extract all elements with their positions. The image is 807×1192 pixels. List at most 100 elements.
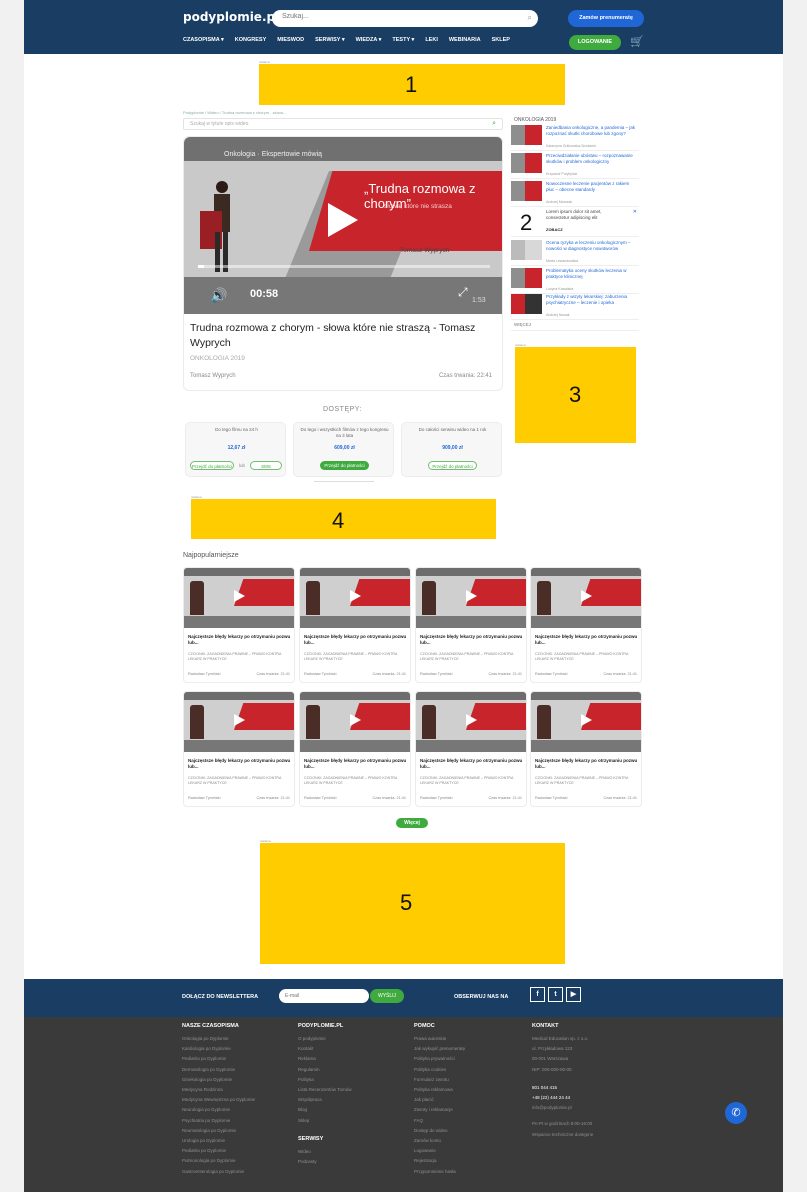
sidebar-item-title[interactable]: Przeciwdziałanie ubóstwu – rozpoznawanie… (546, 153, 638, 164)
facebook-icon[interactable]: f (530, 987, 545, 1002)
footer-link[interactable]: Ginekologia po Dyplomie (182, 1075, 255, 1085)
footer-link[interactable]: Zamów konto (414, 1136, 465, 1146)
sidebar-item-title[interactable]: Problematyka oceny skutków leczenia w pr… (546, 268, 638, 279)
footer-link[interactable]: Polityka reklamowa (414, 1085, 465, 1095)
sidebar-more-link[interactable]: WIĘCEJ (514, 322, 531, 327)
footer-link[interactable]: Kardiologia po Dyplomie (182, 1044, 255, 1054)
sidebar-video-item[interactable]: Przykłady z wizyty lekarskiej: zaburzeni… (511, 292, 639, 320)
breadcrumb[interactable]: Podyplomie / Wideo / Trudna rozmowa z ch… (183, 110, 286, 115)
newsletter-submit-button[interactable]: WYŚLIJ (370, 989, 404, 1003)
sidebar-item-title[interactable]: Przykłady z wizyty lekarskiej: zaburzeni… (546, 294, 638, 305)
sidebar-video-item[interactable]: Przeciwdziałanie ubóstwu – rozpoznawanie… (511, 151, 639, 179)
ad-slot-4[interactable]: reklama 4 (191, 495, 496, 539)
cart-icon[interactable]: 🛒 (630, 35, 644, 48)
phone-icon[interactable]: ✆ (725, 1102, 747, 1124)
footer-link[interactable]: Pediatria po Dyplomie (182, 1054, 255, 1064)
sidebar-thumbnail[interactable] (511, 240, 542, 260)
nav-item-czasopisma[interactable]: CZASOPISMA ▾ (183, 37, 224, 47)
popular-video-card[interactable]: Najczęstsze błędy lekarzy po otrzymaniu … (415, 691, 527, 807)
ad-slot-1[interactable]: reklama 1 (259, 60, 565, 105)
footer-link[interactable]: Blog (298, 1105, 351, 1115)
footer-link[interactable]: Polityka (298, 1075, 351, 1085)
card-title[interactable]: Najczęstsze błędy lekarzy po otrzymaniu … (188, 634, 292, 646)
card-title[interactable]: Najczęstsze błędy lekarzy po otrzymaniu … (304, 634, 408, 646)
contact-email[interactable]: info@podyplomie.pl (532, 1103, 593, 1113)
footer-link[interactable]: O podyplomie (298, 1034, 351, 1044)
popular-video-card[interactable]: Najczęstsze błędy lekarzy po otrzymaniu … (183, 567, 295, 683)
footer-link[interactable]: Medycyna Wewnętrzna po Dyplomie (182, 1095, 255, 1105)
play-icon[interactable] (234, 590, 245, 602)
nav-item-webinaria[interactable]: WEBINARIA (449, 37, 481, 47)
play-icon[interactable] (234, 714, 245, 726)
video-thumbnail[interactable] (184, 568, 294, 628)
nav-item-kongresy[interactable]: KONGRESY (235, 37, 266, 47)
footer-link[interactable]: Dostęp do wideo (414, 1126, 465, 1136)
card-title[interactable]: Najczęstsze błędy lekarzy po otrzymaniu … (420, 758, 524, 770)
nav-item-wiedza[interactable]: WIEDZA ▾ (356, 37, 382, 47)
youtube-icon[interactable]: ▶ (566, 987, 581, 1002)
card-title[interactable]: Najczęstsze błędy lekarzy po otrzymaniu … (535, 758, 639, 770)
play-icon[interactable] (350, 714, 361, 726)
play-icon[interactable] (328, 203, 358, 237)
play-icon[interactable] (466, 714, 477, 726)
video-category[interactable]: ONKOLOGIA 2019 (190, 355, 245, 362)
video-thumbnail[interactable] (184, 692, 294, 752)
footer-link[interactable]: Jak wykupić prenumeratę (414, 1044, 465, 1054)
footer-link[interactable]: Formularz zwrotu (414, 1075, 465, 1085)
footer-link[interactable]: FAQ (414, 1116, 465, 1126)
footer-address-line[interactable]: ul. Przykładowa 123 (532, 1044, 593, 1054)
footer-link[interactable]: Współpraca (298, 1095, 351, 1105)
popular-video-card[interactable]: Najczęstsze błędy lekarzy po otrzymaniu … (299, 567, 411, 683)
footer-link[interactable]: Pulmonologia po Dyplomie (182, 1156, 255, 1166)
footer-address-line[interactable]: Medical Education sp. z o.o. (532, 1034, 593, 1044)
video-thumbnail[interactable] (416, 568, 526, 628)
footer-link[interactable]: Przypomnienie hasła (414, 1167, 465, 1177)
sidebar-video-item[interactable]: Ocena ryzyka w leczeniu onkologicznym – … (511, 238, 639, 266)
sidebar-video-item[interactable]: Nowoczesne leczenie pacjentów z rakiem p… (511, 179, 639, 207)
nav-item-sklep[interactable]: SKLEP (492, 37, 510, 47)
footer-link[interactable]: Polityka cookies (414, 1065, 465, 1075)
footer-link[interactable]: Jak płacić (414, 1095, 465, 1105)
footer-link[interactable]: Zwroty i reklamacje (414, 1105, 465, 1115)
fullscreen-icon[interactable]: ⤢ (458, 285, 468, 300)
sms-button[interactable]: SMS (250, 461, 282, 470)
video-thumbnail[interactable] (300, 692, 410, 752)
video-player[interactable]: Onkologia · Ekspertowie mówią „Trudna ro… (184, 137, 502, 314)
nav-item-testy[interactable]: TESTY ▾ (392, 37, 414, 47)
site-logo[interactable]: podyplomie.pl (183, 10, 279, 24)
search-box[interactable]: ⌕ (272, 10, 538, 27)
video-author[interactable]: Tomasz Wyprych (190, 373, 236, 379)
footer-link[interactable]: Rejestracja (414, 1156, 465, 1166)
play-icon[interactable] (581, 590, 592, 602)
footer-link[interactable]: Gastroenterologia po Dyplomie (182, 1167, 255, 1177)
contact-phone[interactable]: +48 (22) 444 24 44 (532, 1093, 593, 1103)
footer-link[interactable]: Wideo (298, 1147, 351, 1157)
pay-button[interactable]: Przejdź do płatności (428, 461, 477, 470)
footer-link[interactable]: Prawa autorskie (414, 1034, 465, 1044)
sidebar-thumbnail[interactable] (511, 125, 542, 145)
footer-link[interactable]: Neurologia po Dyplomie (182, 1105, 255, 1115)
sidebar-thumbnail[interactable] (511, 268, 542, 288)
sidebar-thumbnail[interactable] (511, 294, 542, 314)
footer-link[interactable]: Medycyna Rodzinna (182, 1085, 255, 1095)
footer-link[interactable]: Reklama (298, 1054, 351, 1064)
search-input[interactable] (282, 13, 512, 20)
sidebar-item-title[interactable]: Ocena ryzyka w leczeniu onkologicznym – … (546, 240, 638, 251)
footer-link[interactable]: Urologia po Dyplomie (182, 1136, 255, 1146)
volume-icon[interactable]: 🔊 (210, 287, 227, 304)
play-icon[interactable] (581, 714, 592, 726)
sidebar-video-item[interactable]: Problematyka oceny skutków leczenia w pr… (511, 266, 639, 294)
footer-link[interactable]: Polityka prywatności (414, 1054, 465, 1064)
video-filter-box[interactable]: Szukaj w tytule opis wideo ⌕ (183, 118, 503, 130)
nav-item-mieswod[interactable]: MIESWOD (277, 37, 304, 47)
video-thumbnail[interactable] (531, 568, 641, 628)
card-title[interactable]: Najczęstsze błędy lekarzy po otrzymaniu … (420, 634, 524, 646)
popular-video-card[interactable]: Najczęstsze błędy lekarzy po otrzymaniu … (530, 567, 642, 683)
popular-video-card[interactable]: Najczęstsze błędy lekarzy po otrzymaniu … (183, 691, 295, 807)
video-thumbnail[interactable] (416, 692, 526, 752)
footer-link[interactable]: Lista Recenzentów Tomów (298, 1085, 351, 1095)
close-icon[interactable]: ✕ (633, 209, 637, 215)
card-title[interactable]: Najczęstsze błędy lekarzy po otrzymaniu … (304, 758, 408, 770)
footer-link[interactable]: Pediatria po Dyplomie (182, 1146, 255, 1156)
footer-address-line[interactable]: NIP: 000-000-00-00 (532, 1065, 593, 1075)
